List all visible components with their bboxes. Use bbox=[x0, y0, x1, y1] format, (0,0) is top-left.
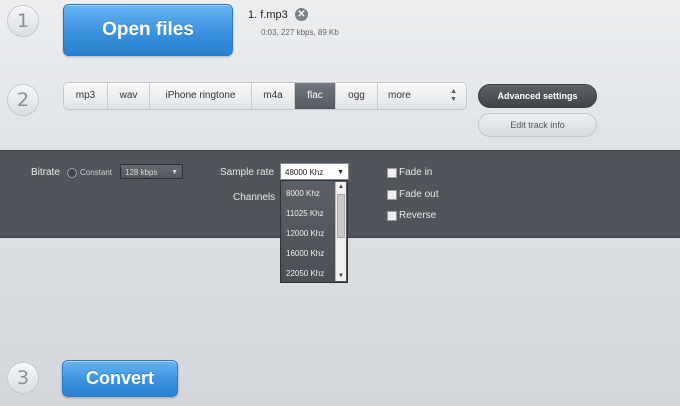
bitrate-constant-label: Constant bbox=[80, 168, 113, 177]
reverse-label: Reverse bbox=[399, 210, 437, 221]
step-1-indicator: 1 bbox=[7, 5, 39, 37]
channels-label: Channels bbox=[233, 192, 276, 203]
fade-out-label: Fade out bbox=[399, 189, 439, 200]
tab-flac[interactable]: flac bbox=[295, 83, 336, 109]
file-name: 1. f.mp3 bbox=[248, 9, 288, 21]
format-tabs: mp3 wav iPhone ringtone m4a flac ogg mor… bbox=[63, 82, 467, 110]
tab-wav[interactable]: wav bbox=[108, 83, 150, 109]
step-3-indicator: 3 bbox=[7, 362, 39, 394]
bitrate-select[interactable]: 128 kbps ▼ bbox=[120, 164, 183, 179]
advanced-settings-button[interactable]: Advanced settings bbox=[478, 84, 597, 108]
sample-rate-label: Sample rate bbox=[220, 167, 274, 178]
fade-in-checkbox[interactable] bbox=[387, 168, 397, 178]
fade-out-checkbox[interactable] bbox=[387, 190, 397, 200]
tab-m4a[interactable]: m4a bbox=[252, 83, 295, 109]
chevron-down-icon: ▼ bbox=[337, 169, 344, 176]
scrollbar-thumb[interactable] bbox=[337, 194, 345, 238]
more-label: more bbox=[388, 90, 411, 101]
fade-in-label: Fade in bbox=[399, 167, 433, 178]
bitrate-constant-radio[interactable] bbox=[67, 168, 77, 178]
bitrate-value: 128 kbps bbox=[125, 168, 158, 177]
convert-button[interactable]: Convert bbox=[62, 360, 178, 397]
close-icon[interactable]: ✕ bbox=[295, 8, 308, 21]
tab-iphone-ringtone[interactable]: iPhone ringtone bbox=[150, 83, 252, 109]
open-files-button[interactable]: Open files bbox=[63, 4, 233, 56]
file-meta: 0:03, 227 kbps, 89 Kb bbox=[261, 28, 339, 37]
sample-rate-option[interactable]: 16000 Khz bbox=[286, 249, 324, 258]
sample-rate-select[interactable]: 48000 Khz ▼ bbox=[280, 163, 349, 180]
edit-track-info-button[interactable]: Edit track info bbox=[478, 113, 597, 137]
tab-more[interactable]: more ▲ ▼ bbox=[378, 83, 466, 109]
scroll-up-icon[interactable]: ▲ bbox=[337, 182, 345, 192]
updown-arrows-icon: ▲ ▼ bbox=[450, 88, 457, 103]
sample-rate-value: 48000 Khz bbox=[285, 168, 324, 177]
chevron-down-icon: ▼ bbox=[171, 169, 178, 176]
sample-rate-dropdown: 8000 Khz 11025 Khz 12000 Khz 16000 Khz 2… bbox=[280, 180, 348, 283]
sample-rate-option[interactable]: 11025 Khz bbox=[286, 209, 324, 218]
bitrate-label: Bitrate bbox=[31, 167, 60, 178]
sample-rate-option[interactable]: 22050 Khz bbox=[286, 269, 324, 278]
sample-rate-option[interactable]: 12000 Khz bbox=[286, 229, 324, 238]
reverse-checkbox[interactable] bbox=[387, 211, 397, 221]
tab-ogg[interactable]: ogg bbox=[336, 83, 378, 109]
tab-mp3[interactable]: mp3 bbox=[64, 83, 108, 109]
scroll-down-icon[interactable]: ▼ bbox=[337, 271, 345, 281]
sample-rate-option[interactable]: 8000 Khz bbox=[286, 189, 320, 198]
step-2-indicator: 2 bbox=[7, 84, 39, 116]
